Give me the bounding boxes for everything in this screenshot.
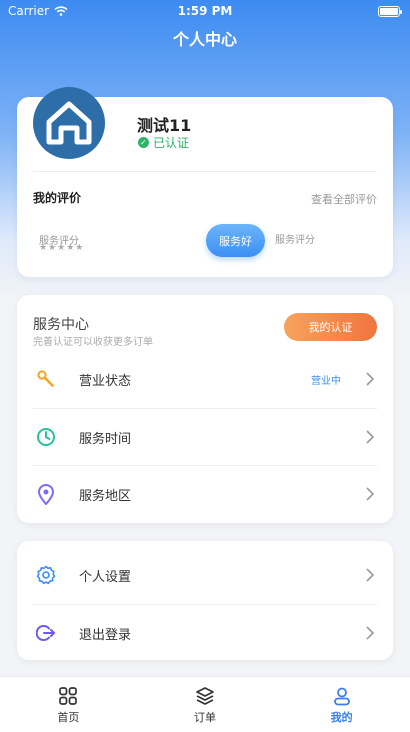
profile-card: 测试11 ✓ 已认证 我的评价 查看全部评价 服务评分 ★★★★★ 服务好 服务… (17, 87, 393, 277)
verified-badge: ✓ 已认证 (138, 134, 189, 151)
business-status-value: 营业中 (311, 375, 341, 387)
business-status-row[interactable]: 营业状态 营业中 (17, 350, 393, 408)
view-all-evaluations-link[interactable]: 查看全部评价 (311, 191, 377, 207)
logout-icon (35, 622, 57, 644)
logout-row[interactable]: 退出登录 (17, 604, 393, 662)
chevron-right-icon (366, 626, 375, 640)
tab-orders-label: 订单 (194, 711, 216, 724)
avatar[interactable] (33, 87, 105, 159)
check-circle-icon: ✓ (138, 137, 149, 148)
settings-card: 个人设置 退出登录 (17, 541, 393, 660)
tab-mine[interactable]: 我的 (273, 677, 410, 732)
tab-mine-label: 我的 (330, 711, 353, 724)
user-icon (333, 687, 350, 706)
page-title: 个人中心 (172, 30, 237, 49)
location-pin-icon (35, 483, 57, 505)
evaluation-title: 我的评价 (33, 191, 82, 205)
tag-service-good[interactable]: 服务好 (206, 224, 265, 257)
tab-home[interactable]: 首页 (0, 677, 137, 732)
divider (33, 171, 377, 172)
star-rating: ★★★★★ (39, 243, 85, 253)
battery-icon (378, 6, 402, 17)
logout-label: 退出登录 (79, 627, 132, 643)
status-bar: Carrier 1:59 PM (0, 0, 410, 22)
service-center-subtitle: 完善认证可以收获更多订单 (33, 337, 153, 348)
service-time-row[interactable]: 服务时间 (17, 408, 393, 466)
chevron-right-icon (366, 487, 375, 501)
wrench-icon (35, 368, 57, 390)
service-center-title: 服务中心 (33, 317, 89, 333)
tab-bar: 首页 订单 我的 (0, 676, 410, 732)
personal-settings-row[interactable]: 个人设置 (17, 546, 393, 604)
gear-icon (35, 564, 57, 586)
tab-orders[interactable]: 订单 (137, 677, 274, 732)
house-logo-icon (46, 101, 92, 145)
service-center-card: 服务中心 完善认证可以收获更多订单 我的认证 营业状态 营业中 服务时间 服务地… (17, 295, 393, 523)
chevron-right-icon (366, 372, 375, 386)
grid-icon (59, 687, 78, 705)
business-status-label: 营业状态 (79, 373, 132, 389)
service-area-label: 服务地区 (79, 488, 132, 504)
personal-settings-label: 个人设置 (79, 569, 132, 585)
service-time-label: 服务时间 (79, 431, 132, 447)
user-name: 测试11 (137, 116, 192, 135)
chevron-right-icon (366, 430, 375, 444)
clock: 1:59 PM (177, 4, 233, 18)
chevron-right-icon (366, 568, 375, 582)
service-area-row[interactable]: 服务地区 (17, 465, 393, 523)
clock-icon (35, 426, 57, 448)
tab-home-label: 首页 (57, 711, 80, 724)
layers-icon (196, 687, 214, 705)
service-score-label-right: 服务评分 (275, 235, 315, 246)
verified-label: 已认证 (153, 136, 190, 150)
my-certification-button[interactable]: 我的认证 (284, 313, 377, 341)
